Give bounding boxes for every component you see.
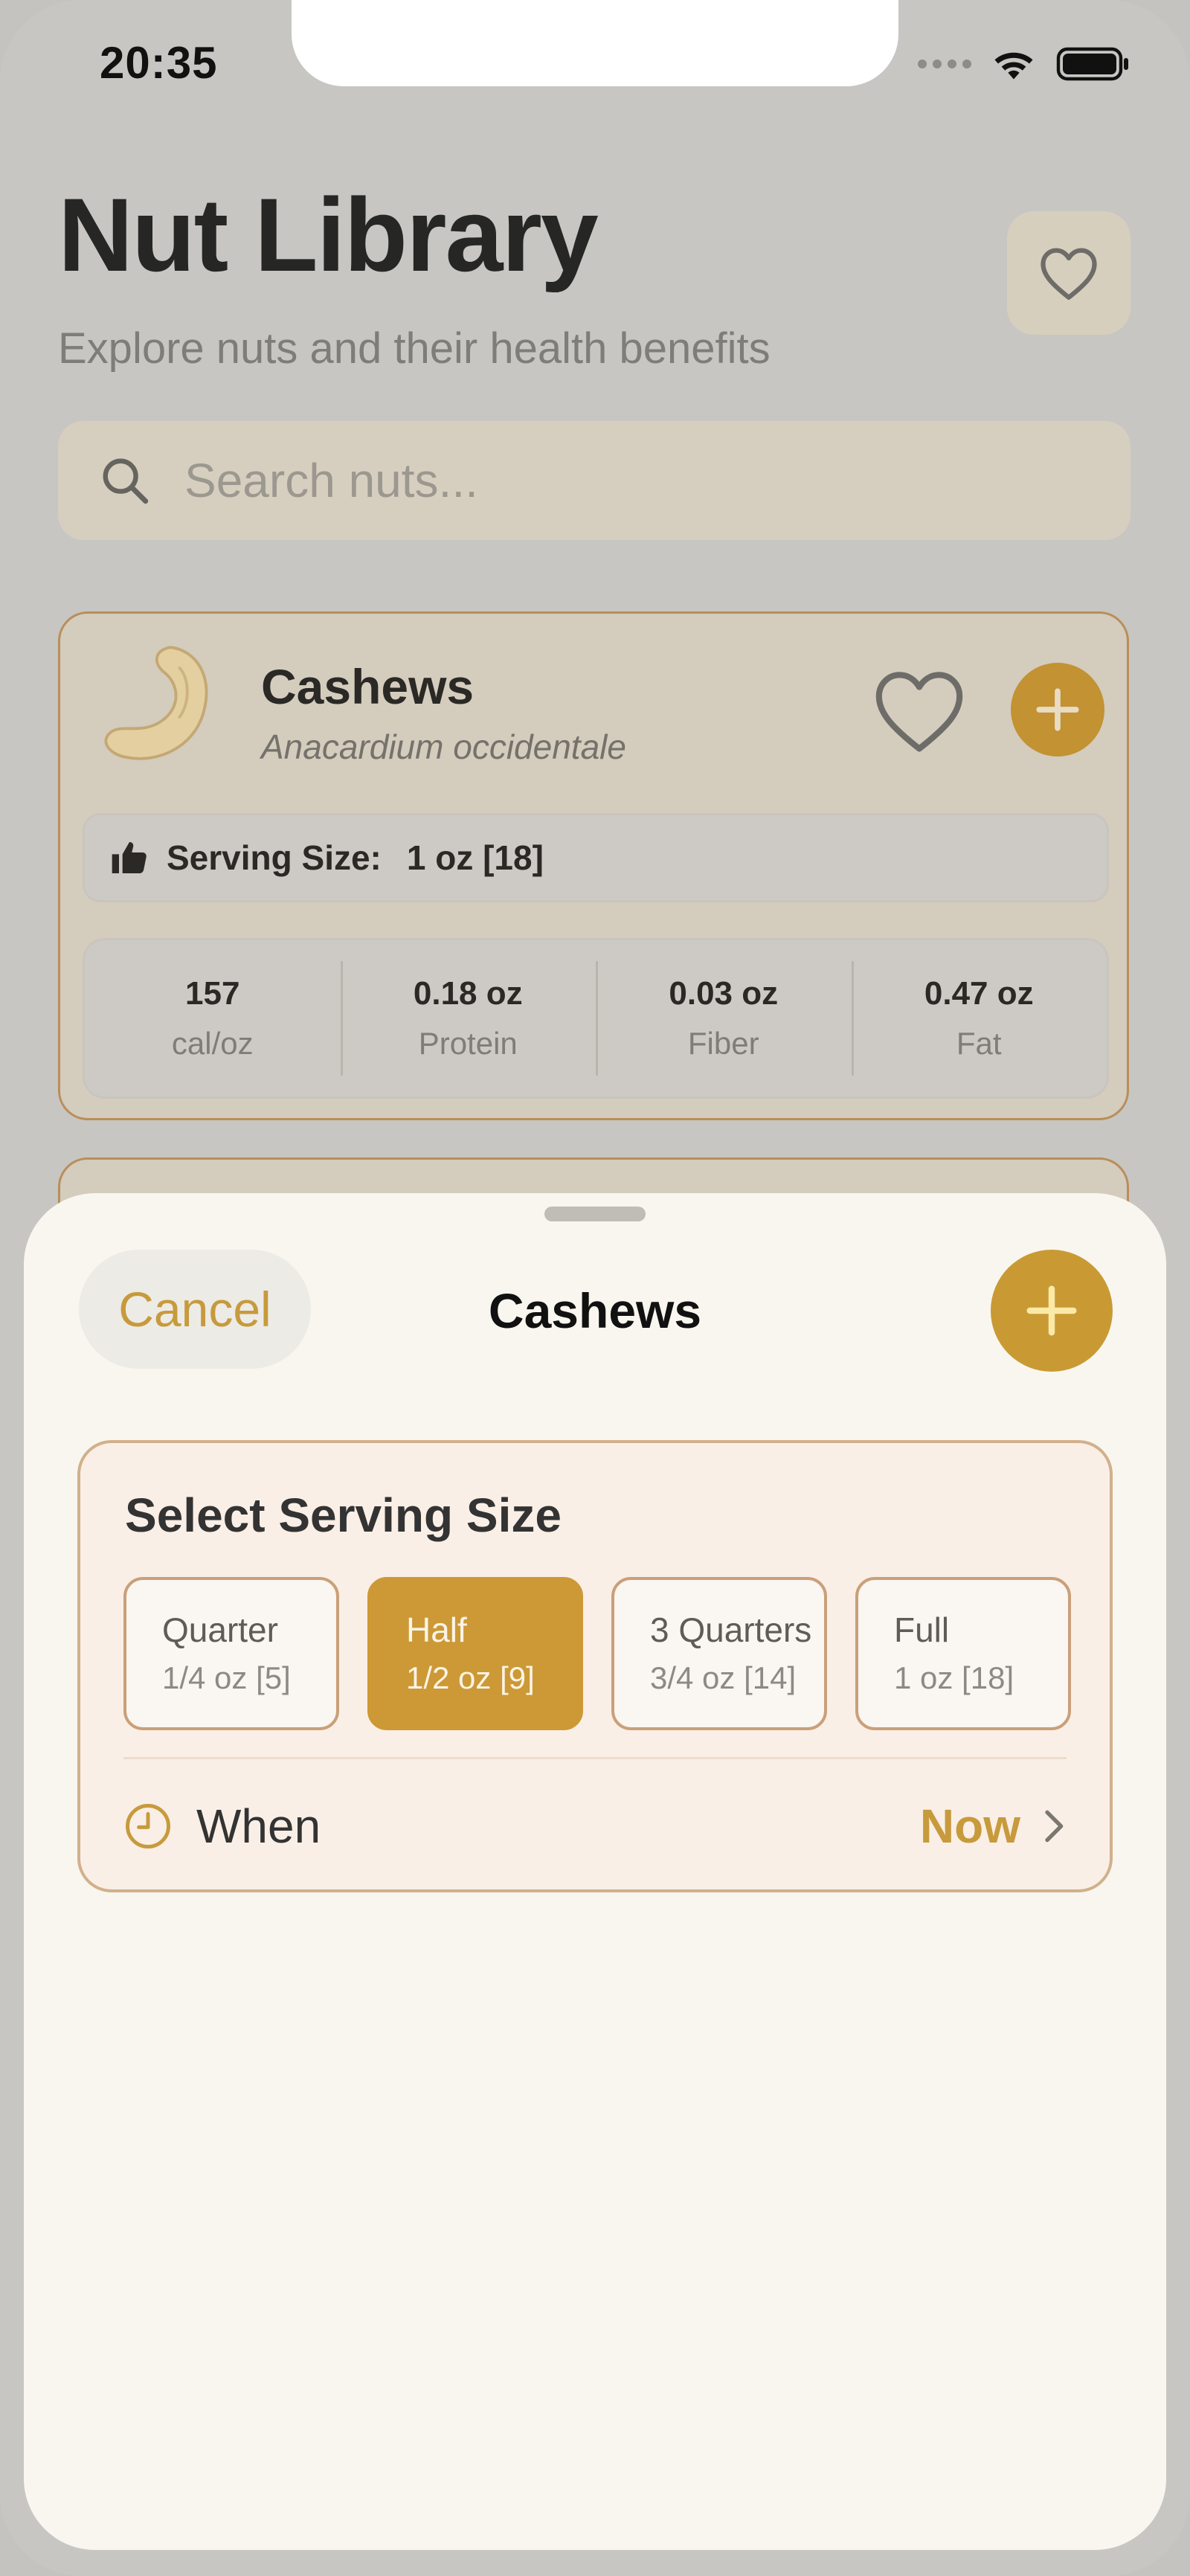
page-subtitle: Explore nuts and their health benefits <box>58 324 771 373</box>
stat-value: 0.18 oz <box>413 975 523 1012</box>
stat-value: 0.47 oz <box>924 975 1034 1012</box>
status-icons <box>918 42 1130 86</box>
stat-calories: 157 cal/oz <box>85 940 341 1096</box>
option-name: Half <box>406 1610 467 1649</box>
status-bar: 20:35 <box>0 0 1190 126</box>
when-label: When <box>196 1799 321 1853</box>
clock-icon <box>126 1804 170 1849</box>
add-serving-sheet: Cancel Cashews Select Serving Size Quart… <box>24 1193 1166 2550</box>
chevron-right-icon <box>1045 1810 1064 1843</box>
sheet-grabber[interactable] <box>544 1207 646 1221</box>
page-title: Nut Library <box>58 176 599 293</box>
option-size: 1 oz [18] <box>894 1660 1014 1695</box>
cashew-image <box>104 646 208 760</box>
notch <box>292 0 898 86</box>
heart-icon[interactable] <box>871 666 968 755</box>
option-size: 1/2 oz [9] <box>406 1660 535 1695</box>
stat-protein: 0.18 oz Protein <box>340 940 596 1096</box>
signal-icon <box>918 60 971 68</box>
search-icon <box>95 451 155 510</box>
serving-size-value: 1 oz [18] <box>406 838 544 877</box>
nut-scientific-name: Anacardium occidentale <box>261 727 626 766</box>
divider <box>123 1757 1067 1759</box>
stat-fiber: 0.03 oz Fiber <box>596 940 852 1096</box>
battery-icon <box>1056 47 1128 81</box>
add-nut-button[interactable] <box>1011 663 1104 757</box>
favorites-button[interactable] <box>1007 211 1130 335</box>
stat-fat: 0.47 oz Fat <box>851 940 1107 1096</box>
stat-value: 157 <box>185 975 240 1012</box>
option-name: Quarter <box>162 1610 278 1649</box>
stat-label: Protein <box>418 1026 518 1061</box>
plus-icon <box>1036 688 1079 731</box>
wifi-icon <box>994 52 1033 80</box>
option-name: Full <box>894 1610 950 1649</box>
stat-label: cal/oz <box>171 1026 254 1061</box>
nut-name: Cashews <box>261 659 475 714</box>
nut-card[interactable]: Cashews Anacardium occidentale Serving S… <box>58 611 1129 1120</box>
search-bar[interactable]: Search nuts... <box>58 421 1130 540</box>
panel-title: Select Serving Size <box>125 1488 562 1542</box>
confirm-add-button[interactable] <box>991 1250 1113 1372</box>
stat-label: Fat <box>956 1026 1002 1061</box>
option-name: 3 Quarters <box>650 1610 812 1649</box>
stat-value: 0.03 oz <box>669 975 779 1012</box>
option-three-quarters[interactable]: 3 Quarters 3/4 oz [14] <box>611 1577 827 1730</box>
option-size: 3/4 oz [14] <box>650 1660 797 1695</box>
when-row[interactable]: When Now <box>123 1770 1067 1882</box>
option-quarter[interactable]: Quarter 1/4 oz [5] <box>123 1577 339 1730</box>
heart-icon <box>1041 248 1097 300</box>
when-value: Now <box>919 1799 1020 1853</box>
phone-screen: Nut Library Explore nuts and their healt… <box>0 0 1190 2576</box>
serving-size-label: Serving Size: <box>167 838 382 877</box>
serving-size-row: Serving Size: 1 oz [18] <box>83 813 1109 902</box>
stat-label: Fiber <box>687 1026 759 1061</box>
option-half[interactable]: Half 1/2 oz [9] <box>367 1577 583 1730</box>
search-input[interactable]: Search nuts... <box>184 453 478 508</box>
option-full[interactable]: Full 1 oz [18] <box>855 1577 1071 1730</box>
serving-options: Quarter 1/4 oz [5] Half 1/2 oz [9] 3 Qua… <box>123 1577 1071 1730</box>
nutrition-stats: 157 cal/oz 0.18 oz Protein 0.03 oz Fiber… <box>83 938 1109 1099</box>
option-size: 1/4 oz [5] <box>162 1660 291 1695</box>
plus-icon <box>1026 1285 1077 1336</box>
thumbs-up-icon <box>112 842 147 873</box>
status-time: 20:35 <box>100 38 218 88</box>
serving-size-panel: Select Serving Size Quarter 1/4 oz [5] H… <box>77 1440 1113 1892</box>
